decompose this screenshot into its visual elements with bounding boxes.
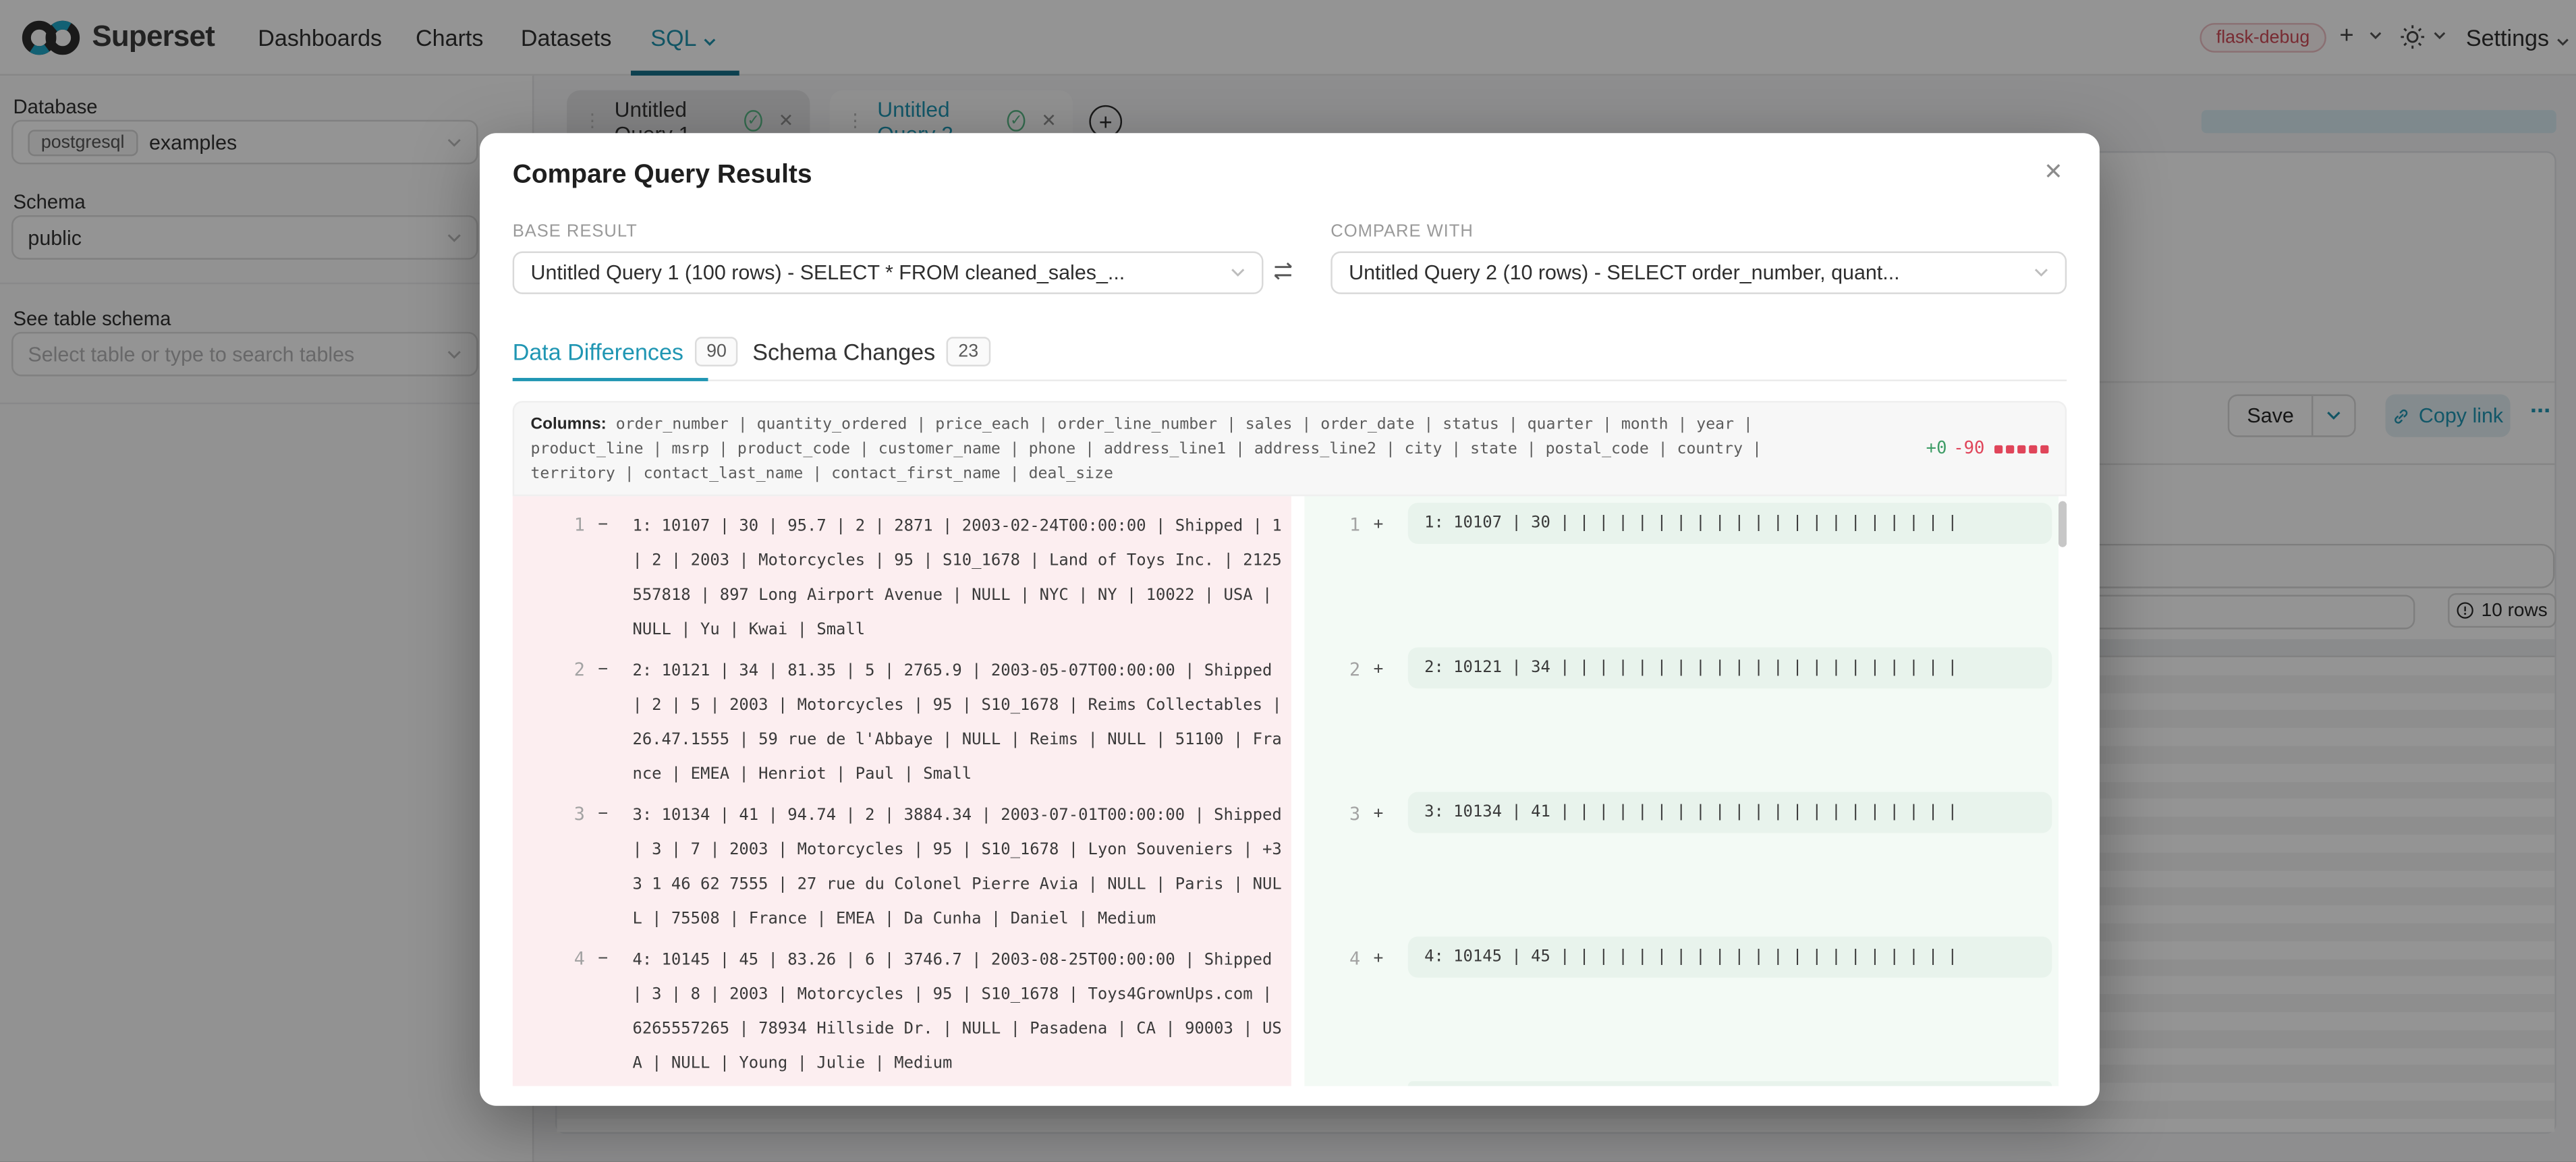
diff-line-number: 1	[1327, 514, 1360, 536]
tab-divider	[513, 379, 2067, 381]
removed-sign: −	[598, 516, 608, 534]
tab-data-differences[interactable]: Data Differences 90	[513, 337, 738, 366]
columns-label: Columns:	[530, 416, 606, 434]
diff-row-added: 4: 10145 | 45 | | | | | | | | | | | | | …	[1408, 937, 2052, 978]
diff-row-removed: 4: 10145 | 45 | 83.26 | 6 | 3746.7 | 200…	[632, 943, 1283, 1082]
data-differences-count: 90	[695, 337, 738, 366]
diff-row-added: 2: 10121 | 34 | | | | | | | | | | | | | …	[1408, 647, 2052, 688]
diff-row-added: 3: 10134 | 41 | | | | | | | | | | | | | …	[1408, 792, 2052, 833]
added-sign: +	[1374, 516, 1384, 534]
diff-left-pane: 1−1: 10107 | 30 | 95.7 | 2 | 2871 | 2003…	[513, 496, 1291, 1086]
columns-list: Columns: order_number | quantity_ordered…	[530, 412, 1828, 485]
diff-row-removed: 3: 10134 | 41 | 94.74 | 2 | 3884.34 | 20…	[632, 798, 1283, 937]
chevron-down-icon	[2034, 268, 2048, 278]
diff-right-pane: 1 +1: 10107 | 30 | | | | | | | | | | | | …	[1304, 496, 2059, 1086]
base-result-select[interactable]: Untitled Query 1 (100 rows) - SELECT * F…	[513, 252, 1264, 294]
removed-count: -90	[1953, 439, 1984, 458]
scrollbar-thumb[interactable]	[2059, 501, 2067, 547]
compare-with-value: Untitled Query 2 (10 rows) - SELECT orde…	[1349, 261, 1900, 284]
tab-schema-changes[interactable]: Schema Changes 23	[752, 337, 990, 366]
swap-queries-icon[interactable]	[1270, 261, 1296, 281]
removed-sign: −	[598, 949, 608, 968]
chevron-down-icon	[1231, 268, 1245, 278]
diff-row-removed: 2: 10121 | 34 | 81.35 | 5 | 2765.9 | 200…	[632, 654, 1283, 792]
columns-header: Columns: order_number | quantity_ordered…	[513, 401, 2067, 496]
diff-stats: +0 -90	[1926, 439, 2049, 458]
active-tab-underline	[513, 377, 708, 381]
close-modal-icon[interactable]: ✕	[2044, 158, 2063, 186]
schema-changes-count: 23	[947, 337, 990, 366]
removed-sign: −	[598, 805, 608, 823]
diff-view: 1−1: 10107 | 30 | 95.7 | 2 | 2871 | 2003…	[513, 496, 2067, 1086]
added-sign: +	[1374, 661, 1384, 679]
compare-query-results-modal: Compare Query Results ✕ BASE RESULT COMP…	[480, 133, 2100, 1105]
diff-row-added: 1: 10107 | 30 | | | | | | | | | | | | | …	[1408, 503, 2052, 544]
diff-line-number: 3	[1327, 804, 1360, 825]
diff-row-added	[1408, 1081, 2052, 1086]
app-viewport: Superset Dashboards Charts Datasets SQL …	[0, 0, 2576, 1162]
diff-line-number: 4	[552, 948, 585, 970]
diff-line-number: 4	[1327, 948, 1360, 970]
diff-row-removed: 1: 10107 | 30 | 95.7 | 2 | 2871 | 2003-0…	[632, 509, 1283, 648]
added-sign: +	[1374, 805, 1384, 823]
compare-with-select[interactable]: Untitled Query 2 (10 rows) - SELECT orde…	[1331, 252, 2067, 294]
base-result-label: BASE RESULT	[513, 222, 638, 242]
diff-line-number: 2	[552, 659, 585, 680]
diff-scrollbar[interactable]	[2059, 499, 2067, 1082]
diff-line-number: 2	[1327, 659, 1360, 680]
diff-line-number: 1	[552, 514, 585, 536]
base-result-value: Untitled Query 1 (100 rows) - SELECT * F…	[530, 261, 1125, 284]
compare-with-label: COMPARE WITH	[1331, 222, 1473, 242]
removed-sign: −	[598, 661, 608, 679]
added-count: +0	[1926, 439, 1947, 458]
diff-line-number: 3	[552, 804, 585, 825]
modal-title: Compare Query Results	[513, 161, 812, 191]
added-sign: +	[1374, 949, 1384, 968]
removed-blocks-icon	[1991, 439, 2048, 458]
